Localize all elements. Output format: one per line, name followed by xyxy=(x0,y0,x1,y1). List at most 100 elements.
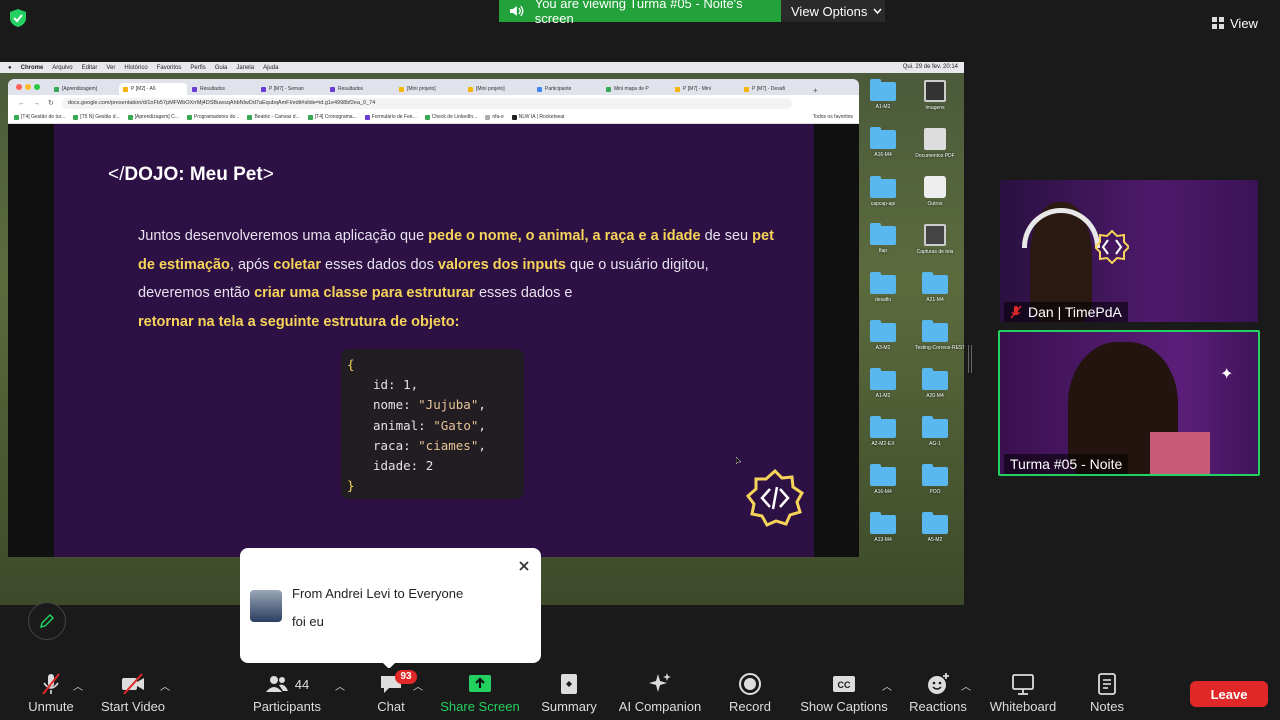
screenshots-icon xyxy=(924,224,946,246)
tab-label: [Aprendizagem] xyxy=(62,86,98,92)
title-text: DOJO: Meu Pet xyxy=(124,164,263,185)
desktop-folder-icon[interactable]: A16-M4 xyxy=(863,127,903,158)
desktop-folder-icon[interactable]: A2-M2-EX xyxy=(863,416,903,447)
bookmark-label: [T4] Cronograma... xyxy=(314,114,357,120)
summary-button[interactable]: Summary xyxy=(536,672,602,720)
desktop-folder-icon[interactable]: A16-M4 xyxy=(863,464,903,495)
bookmark-item[interactable]: Beatriz - Canvas d... xyxy=(247,114,300,120)
browser-tab[interactable]: Resultados xyxy=(326,83,394,95)
split-resize-handle[interactable] xyxy=(968,345,972,373)
browser-tab[interactable]: P [M7] - Mini xyxy=(671,83,739,95)
start-video-button[interactable]: Start Video xyxy=(96,672,170,720)
bookmark-label: NLW IA | Rocketseat xyxy=(518,114,565,120)
desktop-folder-icon[interactable]: capcap-api xyxy=(863,176,903,207)
caret-up-icon[interactable]: ︿ xyxy=(160,678,170,693)
desktop-folder-icon[interactable]: Testing-Correos-REST-API xyxy=(915,320,964,351)
close-icon[interactable] xyxy=(517,559,531,573)
chat-notification[interactable]: From Andrei Levi to Everyone foi eu xyxy=(240,548,541,669)
share-screen-button[interactable]: Share Screen xyxy=(436,672,524,720)
tab-label: Participante xyxy=(545,86,572,92)
security-shield-icon[interactable] xyxy=(8,8,28,28)
record-icon xyxy=(739,673,761,695)
desktop-folder-icon[interactable]: A5-M2 xyxy=(915,512,955,543)
bookmark-item[interactable]: [T4] Cronograma... xyxy=(307,114,357,120)
browser-tab[interactable]: [Aprendizagem] xyxy=(50,83,118,95)
browser-tab[interactable]: Mini mapa de P xyxy=(602,83,670,95)
desktop-folder-icon[interactable]: A21-M4 xyxy=(915,272,955,303)
mac-menu-item: Janela xyxy=(236,64,255,71)
browser-tab-active[interactable]: P [M2] - A6 xyxy=(119,83,187,95)
caret-up-icon[interactable]: ︿ xyxy=(413,678,423,693)
participants-button[interactable]: 44 Participants xyxy=(250,672,324,720)
unmute-button[interactable]: Unmute xyxy=(22,672,80,720)
bookmark-favicon-icon xyxy=(186,114,192,120)
desktop-folder-icon[interactable]: AG-1 xyxy=(915,416,955,447)
bookmark-item[interactable]: [Aprendizagem] C... xyxy=(127,114,179,120)
show-captions-label: Show Captions xyxy=(800,699,888,714)
show-captions-button[interactable]: CC Show Captions xyxy=(796,672,892,720)
desktop-folder-icon[interactable]: A20-M4 xyxy=(915,368,955,399)
forward-icon[interactable]: → xyxy=(33,100,40,107)
desktop-folder-icon[interactable]: A1-M2 xyxy=(863,368,903,399)
code-line: raca: "ciames", xyxy=(373,437,486,453)
notes-button[interactable]: Notes xyxy=(1082,672,1132,720)
whiteboard-label: Whiteboard xyxy=(989,699,1057,714)
desktop-folder-icon[interactable]: desafio xyxy=(863,272,903,303)
browser-tab[interactable]: [Mini projeto] xyxy=(464,83,532,95)
folder-icon xyxy=(870,416,896,438)
desktop-file-icon[interactable]: Imagens xyxy=(915,80,955,111)
desktop-folder-icon[interactable]: POO xyxy=(915,464,955,495)
tab-favicon-icon xyxy=(675,86,680,92)
desktop-folder-icon[interactable]: flap xyxy=(863,223,903,254)
desktop-folder-icon[interactable]: A13-M4 xyxy=(863,512,903,543)
address-input[interactable]: docs.google.com/presentation/d/1oFb57pMF… xyxy=(61,97,792,109)
browser-tab[interactable]: P [M7] - Desafi xyxy=(740,83,808,95)
speaker-icon xyxy=(509,5,524,17)
caret-up-icon[interactable]: ︿ xyxy=(882,678,892,693)
code-key: idade: xyxy=(373,458,426,474)
annotate-button[interactable] xyxy=(28,602,66,640)
view-button[interactable]: View xyxy=(1212,12,1272,34)
bookmark-item[interactable]: Check de LinkedIn... xyxy=(424,114,477,120)
bookmark-item[interactable]: [T5 N] Gestão d... xyxy=(73,114,120,120)
caret-up-icon[interactable]: ︿ xyxy=(961,678,971,693)
mac-menu-item: Ver xyxy=(106,64,116,71)
reload-icon[interactable]: ↻ xyxy=(48,99,54,107)
record-label: Record xyxy=(729,699,771,714)
back-icon[interactable]: ← xyxy=(18,100,25,107)
browser-tab[interactable]: Participante xyxy=(533,83,601,95)
desktop-folder-icon[interactable]: A1-M2 xyxy=(863,79,903,110)
caret-up-icon[interactable]: ︿ xyxy=(73,678,83,693)
bookmark-item[interactable]: Programadores do... xyxy=(186,114,239,120)
bookmark-item[interactable]: Formulário de Fee... xyxy=(364,114,417,120)
summary-label: Summary xyxy=(541,699,597,714)
desktop-file-icon[interactable]: Documentos PDF xyxy=(915,128,955,159)
all-bookmarks[interactable]: Todos os favoritos xyxy=(813,111,853,124)
bookmark-item[interactable]: nfa-e xyxy=(485,114,504,120)
shared-screen[interactable]: ● Chrome Arquivo Editar Ver Histórico Fa… xyxy=(0,62,964,605)
new-tab-icon[interactable]: + xyxy=(809,86,822,95)
caret-up-icon[interactable]: ︿ xyxy=(335,678,345,693)
bookmarks-bar: [T4] Gestão de tur... [T5 N] Gestão d...… xyxy=(8,111,859,124)
desktop-icon-label: A21-M4 xyxy=(926,297,944,303)
leave-button[interactable]: Leave xyxy=(1190,681,1268,707)
mac-clock: Qui. 29 de fev. 20:14 xyxy=(902,64,958,70)
record-button[interactable]: Record xyxy=(722,672,778,720)
whiteboard-button[interactable]: Whiteboard xyxy=(984,672,1062,720)
mac-menu-item: Guia xyxy=(214,64,228,71)
bookmark-label: Beatriz - Canvas d... xyxy=(254,114,300,120)
desktop-file-icon[interactable]: Outros xyxy=(915,176,955,207)
body-highlight: criar uma classe para estruturar xyxy=(254,285,475,301)
browser-tab[interactable]: Resultados xyxy=(188,83,256,95)
video-tile-active-speaker[interactable]: ✦ Turma #05 - Noite xyxy=(998,330,1260,476)
bookmark-item[interactable]: [T4] Gestão de tur... xyxy=(14,114,65,120)
view-options-button[interactable]: View Options xyxy=(781,0,885,22)
browser-tab[interactable]: [Mini projeto] xyxy=(395,83,463,95)
bookmark-item[interactable]: NLW IA | Rocketseat xyxy=(511,114,565,120)
video-tile[interactable]: Dan | TimePdA xyxy=(1000,180,1258,322)
desktop-file-icon[interactable]: Capturas de tela xyxy=(915,224,955,255)
browser-tab[interactable]: P [M7] - Seman xyxy=(257,83,325,95)
desktop-icon-label: POO xyxy=(929,489,941,495)
ai-companion-button[interactable]: AI Companion xyxy=(614,672,706,720)
desktop-folder-icon[interactable]: A3-M2 xyxy=(863,320,903,351)
